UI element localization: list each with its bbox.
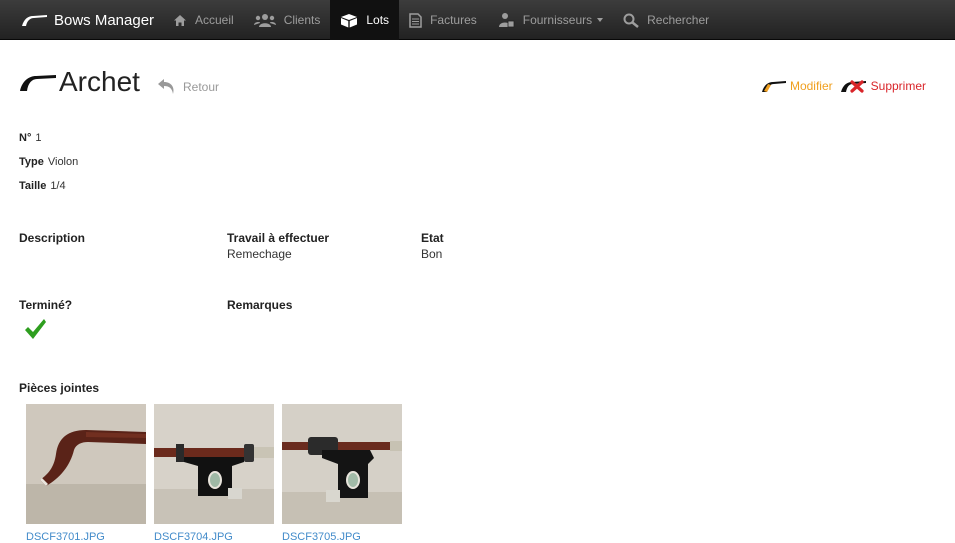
nav-fournisseurs[interactable]: Fournisseurs xyxy=(487,0,613,40)
bow-logo-icon xyxy=(22,15,47,26)
navbar: Bows Manager Accueil Clients Lots Factur… xyxy=(0,0,955,40)
users-icon xyxy=(253,14,276,27)
back-label: Retour xyxy=(183,79,220,94)
home-icon xyxy=(174,14,186,26)
nav-fournisseurs-label: Fournisseurs xyxy=(522,13,593,27)
attachment-filename[interactable]: DSCF3701.JPG xyxy=(26,531,146,543)
number-field: N° 1 xyxy=(19,132,41,144)
work-value: Remechage xyxy=(227,247,292,261)
nav-lots[interactable]: Lots xyxy=(330,0,400,40)
attachment-filename[interactable]: DSCF3704.JPG xyxy=(154,531,274,543)
brand-link[interactable]: Bows Manager xyxy=(20,0,154,40)
nav-clients-label: Clients xyxy=(283,13,321,27)
nav-accueil-label: Accueil xyxy=(195,13,234,27)
size-label: Taille xyxy=(19,180,47,192)
delete-button[interactable]: Supprimer xyxy=(840,78,926,94)
main-nav: Accueil Clients Lots Factures Fournisseu… xyxy=(163,0,719,40)
delete-label: Supprimer xyxy=(870,79,926,93)
attachment-image xyxy=(26,404,146,524)
description-label: Description xyxy=(19,231,86,245)
type-label: Type xyxy=(19,156,44,168)
remarks-label: Remarques xyxy=(227,298,293,312)
state-label: Etat xyxy=(421,231,444,245)
number-value: 1 xyxy=(35,132,42,144)
type-value: Violon xyxy=(47,156,79,168)
attachment-filename[interactable]: DSCF3705.JPG xyxy=(282,531,402,543)
attachments-list: DSCF3701.JPG DSCF3704.JPG DSCF3705.JPG xyxy=(26,404,410,543)
work-label: Travail à effectuer xyxy=(227,231,330,245)
nav-factures[interactable]: Factures xyxy=(399,0,487,40)
box-icon xyxy=(341,13,358,27)
state-value: Bon xyxy=(421,247,443,261)
attachment-item[interactable]: DSCF3705.JPG xyxy=(282,404,402,543)
bow-title-icon xyxy=(20,75,56,91)
checkmark-icon xyxy=(25,319,46,339)
attachment-image xyxy=(154,404,274,524)
number-label: N° xyxy=(19,132,32,144)
edit-button[interactable]: Modifier xyxy=(761,79,833,93)
size-field: Taille 1/4 xyxy=(19,180,66,192)
attachment-item[interactable]: DSCF3701.JPG xyxy=(26,404,146,543)
page-header: Archet xyxy=(19,66,140,98)
search-icon xyxy=(623,13,639,28)
size-value: 1/4 xyxy=(50,180,66,192)
supplier-icon xyxy=(498,13,515,28)
nav-rechercher-label: Rechercher xyxy=(647,13,710,27)
nav-factures-label: Factures xyxy=(430,13,477,27)
nav-lots-label: Lots xyxy=(366,13,390,27)
attachments-label: Pièces jointes xyxy=(19,381,100,395)
page-title: Archet xyxy=(59,66,140,97)
nav-accueil[interactable]: Accueil xyxy=(163,0,244,40)
back-button[interactable]: Retour xyxy=(157,78,219,95)
done-label: Terminé? xyxy=(19,298,73,312)
attachment-item[interactable]: DSCF3704.JPG xyxy=(154,404,274,543)
nav-rechercher[interactable]: Rechercher xyxy=(613,0,719,40)
page-actions: Modifier Supprimer xyxy=(761,78,926,94)
chevron-down-icon xyxy=(597,18,604,22)
bow-delete-icon xyxy=(840,80,866,93)
attachment-image xyxy=(282,404,402,524)
type-field: Type Violon xyxy=(19,156,78,168)
brand-name: Bows Manager xyxy=(54,11,155,29)
undo-arrow-icon xyxy=(158,79,174,94)
edit-label: Modifier xyxy=(789,79,833,93)
bow-edit-icon xyxy=(761,81,786,92)
document-icon xyxy=(409,12,422,28)
nav-clients[interactable]: Clients xyxy=(244,0,331,40)
